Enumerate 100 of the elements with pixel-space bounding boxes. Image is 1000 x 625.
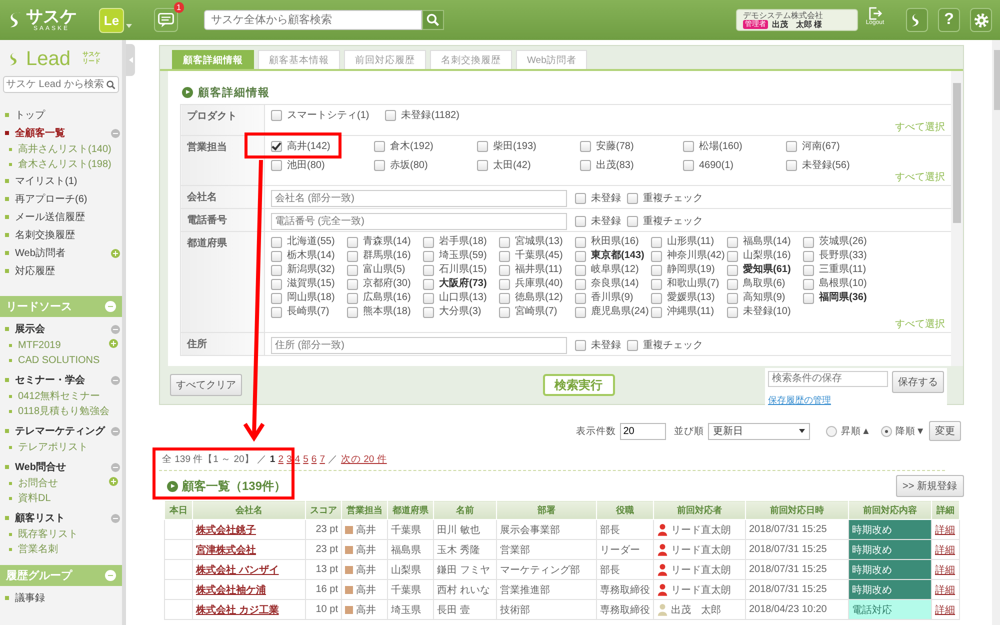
help-button[interactable]: ? (938, 8, 960, 32)
search-field[interactable]: サスケ Lead から検索 (3, 76, 119, 93)
checkbox[interactable] (271, 160, 282, 170)
checkbox[interactable] (627, 192, 638, 204)
checkbox[interactable] (347, 264, 358, 276)
column-header[interactable]: スコア (306, 500, 342, 520)
checkbox[interactable] (803, 250, 814, 262)
column-header[interactable]: 詳細 (932, 500, 960, 520)
checkbox[interactable] (627, 216, 638, 226)
checkbox[interactable] (575, 264, 586, 276)
nav-link[interactable]: マイリスト(1) (15, 174, 120, 188)
message-button[interactable] (154, 8, 178, 32)
checkbox[interactable] (423, 250, 434, 262)
checkbox[interactable] (499, 264, 510, 276)
nav-link[interactable]: 全顧客一覧 (15, 126, 111, 140)
checkbox[interactable] (651, 306, 662, 318)
checkbox[interactable] (575, 250, 586, 262)
column-header[interactable]: 営業担当 (342, 500, 388, 520)
group-title[interactable]: 顧客リスト (15, 511, 111, 525)
radio-button[interactable] (880, 426, 892, 436)
checkbox[interactable] (683, 160, 694, 170)
checkbox[interactable] (575, 340, 586, 350)
sort-dropdown[interactable]: 更新日 (708, 422, 810, 440)
checkbox[interactable] (271, 140, 282, 152)
page-link[interactable]: 4 (294, 454, 300, 465)
history-link[interactable]: 保存履歴の管理 (768, 394, 944, 406)
checkbox[interactable] (651, 278, 662, 290)
nav-link[interactable]: トップ (15, 108, 120, 122)
checkbox[interactable] (499, 306, 510, 318)
checkbox[interactable] (423, 292, 434, 304)
page-link[interactable]: 7 (320, 454, 325, 465)
checkbox[interactable] (271, 278, 282, 290)
next-page-link[interactable]: 次の 20 件 (340, 453, 387, 466)
checkbox[interactable] (271, 110, 282, 120)
checkbox[interactable] (271, 292, 282, 304)
checkbox[interactable] (477, 140, 488, 152)
checkbox[interactable] (580, 160, 591, 170)
text-field[interactable]: 住所 (部分一致) (271, 336, 567, 354)
nav-link[interactable]: 名刺交換履歴 (15, 228, 120, 242)
group-title[interactable]: 展示会 (15, 322, 111, 336)
checkbox[interactable] (347, 250, 358, 262)
collapse-icon[interactable] (111, 128, 120, 138)
group-title[interactable]: セミナー・学会 (15, 373, 111, 387)
checkbox[interactable] (423, 278, 434, 290)
clear-button[interactable]: すべてクリア (170, 374, 242, 396)
checkbox[interactable] (347, 306, 358, 318)
collapse-icon[interactable] (111, 426, 120, 436)
page-link[interactable]: 5 (303, 454, 308, 465)
text-field[interactable]: 会社名 (部分一致) (271, 190, 567, 206)
collapse-icon[interactable] (111, 462, 120, 472)
checkbox[interactable] (803, 278, 814, 290)
add-icon[interactable] (109, 477, 118, 486)
checkbox[interactable] (727, 250, 738, 262)
checkbox[interactable] (423, 236, 434, 248)
add-icon[interactable] (111, 248, 120, 258)
settings-button[interactable] (970, 8, 992, 32)
page-link[interactable]: 3 (286, 454, 292, 465)
collapse-icon[interactable] (105, 301, 116, 312)
checkbox[interactable] (727, 292, 738, 304)
checkbox[interactable] (575, 236, 586, 248)
apply-button[interactable]: 変更 (929, 421, 961, 441)
per-page-field[interactable]: 20 (620, 422, 666, 440)
checkbox[interactable] (385, 110, 396, 120)
checkbox[interactable] (374, 140, 385, 152)
group-title[interactable]: テレマーケティング (15, 424, 111, 438)
nav-link[interactable]: 対応履歴 (15, 264, 120, 278)
column-header[interactable]: 前回対応内容 (848, 500, 932, 520)
checkbox[interactable] (786, 160, 797, 170)
nav-link[interactable]: Web訪問者 (15, 246, 111, 260)
checkbox[interactable] (271, 306, 282, 318)
collapse-icon[interactable] (111, 324, 120, 334)
checkbox[interactable] (477, 160, 488, 170)
search-button[interactable] (422, 10, 444, 30)
checkbox[interactable] (651, 236, 662, 248)
scrollbar[interactable] (951, 71, 963, 366)
checkbox[interactable] (627, 340, 638, 350)
column-header[interactable]: 会社名 (192, 500, 306, 520)
column-header[interactable]: 名前 (434, 500, 496, 520)
checkbox[interactable] (651, 250, 662, 262)
checkbox[interactable] (727, 306, 738, 318)
checkbox[interactable] (575, 192, 586, 204)
lead-app-button[interactable] (906, 8, 928, 32)
checkbox[interactable] (347, 292, 358, 304)
checkbox[interactable] (803, 292, 814, 304)
checkbox[interactable] (651, 292, 662, 304)
column-header[interactable]: 本日 (164, 500, 192, 520)
checkbox[interactable] (374, 160, 385, 170)
checkbox[interactable] (271, 236, 282, 248)
checkbox[interactable] (347, 278, 358, 290)
save-name-field[interactable]: 検索条件の保存 (768, 370, 888, 386)
checkbox[interactable] (651, 264, 662, 276)
collapse-icon[interactable] (111, 514, 120, 522)
collapse-icon[interactable] (111, 376, 120, 384)
checkbox[interactable] (499, 292, 510, 304)
column-header[interactable]: 部署 (496, 500, 596, 520)
checkbox[interactable] (575, 278, 586, 290)
checkbox[interactable] (575, 306, 586, 318)
nav-link[interactable]: 再アプローチ(6) (15, 192, 120, 206)
checkbox[interactable] (347, 236, 358, 248)
checkbox[interactable] (271, 264, 282, 276)
